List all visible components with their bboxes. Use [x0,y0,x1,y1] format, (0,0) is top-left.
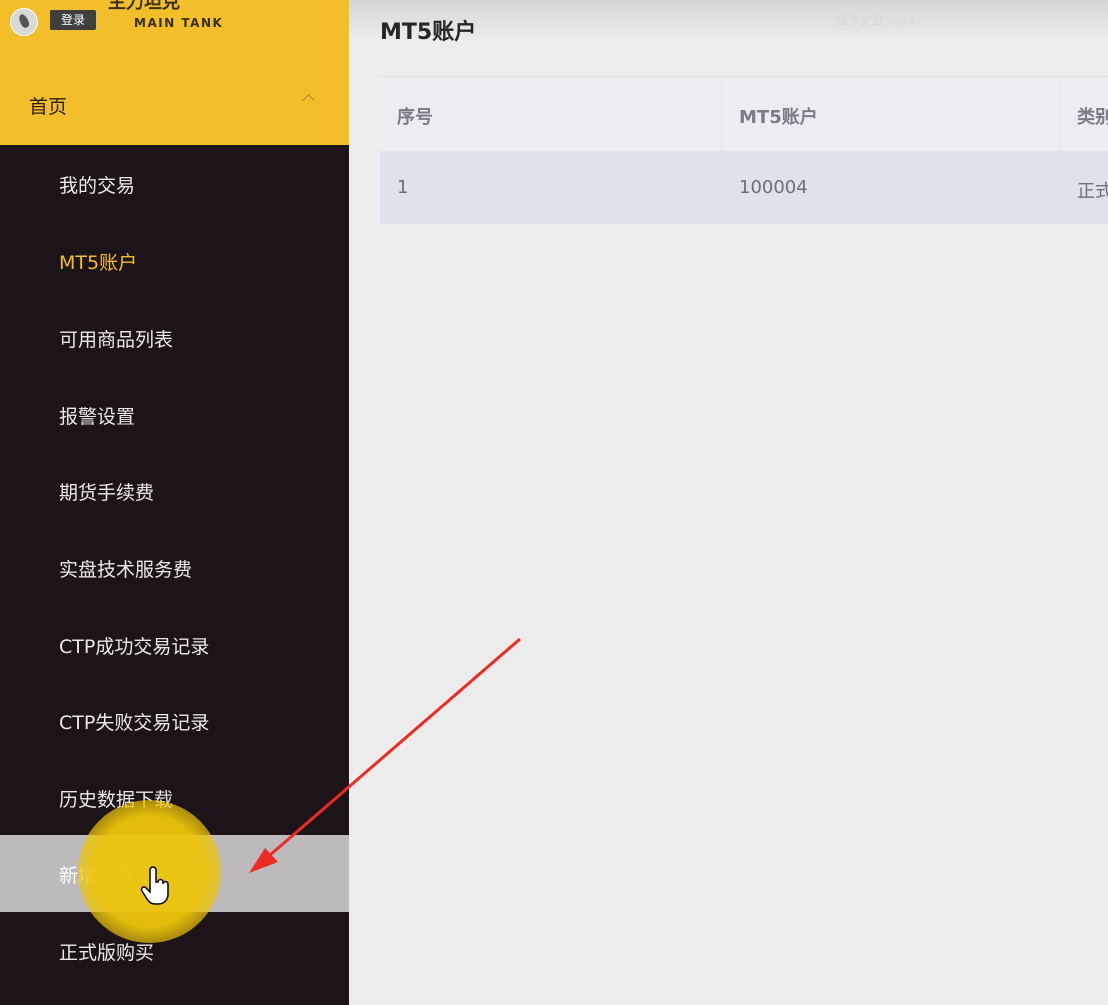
header-label: MT5账户 [739,107,818,128]
brand-name: MAIN TANK [134,16,224,30]
cell-value: 1 [397,177,409,198]
header-cell-category: 类别 [1060,77,1108,150]
chevron-up-icon[interactable] [302,94,315,107]
main-content: MT5账户 操手文章.mp4 序号 MT5账户 类别 1 100004 正式 [349,0,1108,1005]
sidebar-item-ctp-success[interactable]: CTP成功交易记录 [0,606,349,683]
brand-top-text: 主力坦克 [108,0,180,13]
hand-cursor-icon [140,866,169,905]
login-button[interactable]: 登录 [50,10,96,30]
sidebar-item-label: CTP成功交易记录 [59,636,210,658]
sidebar-item-ctp-failed[interactable]: CTP失败交易记录 [0,682,349,759]
cell-mt5-account: 100004 [722,151,1060,224]
page-title: MT5账户 [380,20,477,45]
table-header-row: 序号 MT5账户 类别 [380,77,1108,150]
cell-index: 1 [380,151,722,224]
sidebar-item-label: MT5账户 [59,252,138,274]
sidebar-item-alert-settings[interactable]: 报警设置 [0,376,349,453]
cell-value: 正式 [1077,181,1108,202]
sidebar-item-label: 可用商品列表 [59,329,174,351]
cell-category: 正式 [1060,151,1108,224]
sidebar-item-label: CTP失败交易记录 [59,712,210,734]
sidebar-item-label: 报警设置 [59,406,136,428]
brand-bar: 主力坦克 登录 MAIN TANK [0,0,349,66]
sidebar-item-my-trades[interactable]: 我的交易 [0,145,349,222]
header-cell-mt5-account: MT5账户 [722,77,1060,150]
video-title: 操手文章.mp4 [836,14,915,28]
sidebar-item-label: 期货手续费 [59,482,155,504]
home-label: 首页 [29,96,68,118]
header-cell-index: 序号 [380,77,722,150]
logo-icon [10,8,38,36]
sidebar-item-home[interactable]: 首页 [0,66,349,145]
header-label: 序号 [397,107,433,128]
table-row[interactable]: 1 100004 正式 [380,151,1108,224]
accounts-table: 序号 MT5账户 类别 1 100004 正式 [380,76,1108,225]
sidebar-item-label: 实盘技术服务费 [59,559,193,581]
sidebar-item-futures-fees[interactable]: 期货手续费 [0,452,349,529]
sidebar: 主力坦克 登录 MAIN TANK 首页 我的交易 MT5账户 可用商品列表 报… [0,0,349,1005]
sidebar-item-mt5-account[interactable]: MT5账户 [0,222,349,299]
cell-value: 100004 [739,177,808,198]
sidebar-item-service-fees[interactable]: 实盘技术服务费 [0,529,349,606]
sidebar-item-label: 我的交易 [59,175,136,197]
sidebar-item-product-list[interactable]: 可用商品列表 [0,299,349,376]
header-label: 类别 [1077,107,1108,128]
